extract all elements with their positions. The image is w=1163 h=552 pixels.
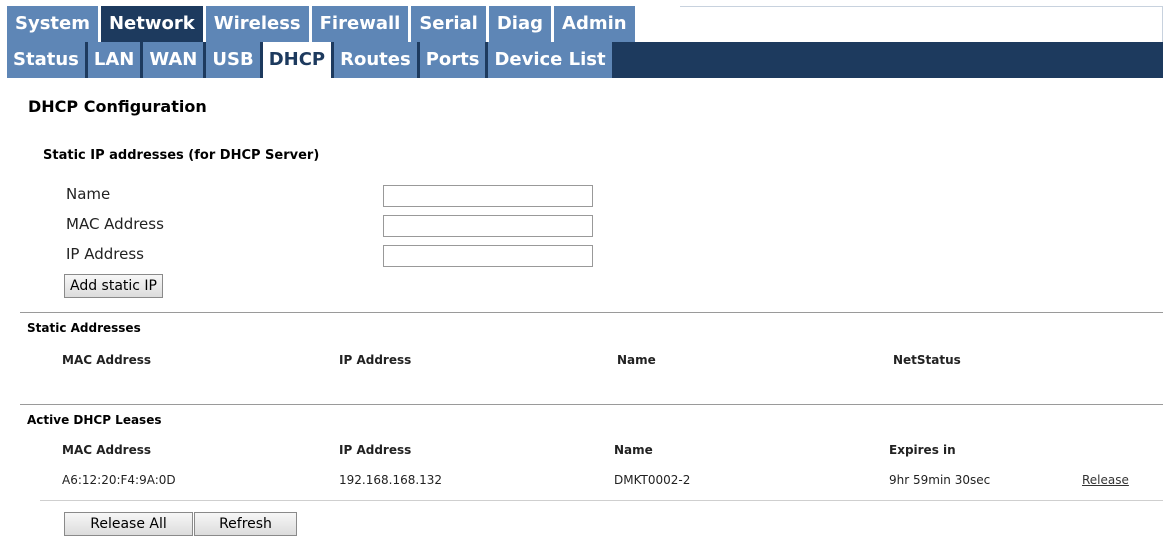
lease-expires: 9hr 59min 30sec: [889, 473, 991, 487]
lease-col-name: Name: [614, 443, 653, 457]
subtab-dhcp[interactable]: DHCP: [262, 42, 335, 78]
active-leases-title: Active DHCP Leases: [27, 413, 162, 427]
static-col-ip: IP Address: [339, 353, 412, 367]
release-link[interactable]: Release: [1082, 473, 1129, 487]
name-label: Name: [66, 185, 111, 203]
main-content: DHCP Configuration Static IP addresses (…: [0, 78, 1163, 552]
subtab-wan[interactable]: WAN: [143, 42, 207, 78]
tab-serial[interactable]: Serial: [411, 6, 489, 42]
static-col-mac: MAC Address: [62, 353, 152, 367]
subtab-routes[interactable]: Routes: [334, 42, 420, 78]
static-col-name: Name: [617, 353, 656, 367]
lease-divider: [40, 500, 1163, 501]
ip-address-label: IP Address: [66, 245, 144, 263]
lease-name: DMKT0002-2: [614, 473, 691, 487]
static-col-netstatus: NetStatus: [893, 353, 961, 367]
sub-navigation: Status LAN WAN USB DHCP Routes Ports Dev…: [7, 42, 1163, 78]
tab-admin[interactable]: Admin: [554, 6, 635, 42]
subtab-status[interactable]: Status: [7, 42, 88, 78]
top-navigation: System Network Wireless Firewall Serial …: [0, 0, 1163, 42]
lease-col-ip: IP Address: [339, 443, 412, 457]
lease-ip: 192.168.168.132: [339, 473, 443, 487]
lease-col-mac: MAC Address: [62, 443, 152, 457]
lease-mac: A6:12:20:F4:9A:0D: [62, 473, 176, 487]
tab-network[interactable]: Network: [100, 6, 206, 42]
section-divider: [20, 312, 1163, 313]
section-divider: [20, 404, 1163, 405]
static-addresses-title: Static Addresses: [27, 321, 141, 335]
add-static-ip-button[interactable]: Add static IP: [64, 274, 163, 298]
tab-diag[interactable]: Diag: [488, 6, 555, 42]
page-title: DHCP Configuration: [28, 97, 207, 116]
name-input[interactable]: [383, 185, 593, 207]
mac-address-input[interactable]: [383, 215, 593, 237]
release-all-button[interactable]: Release All: [64, 512, 193, 536]
subtab-ports[interactable]: Ports: [419, 42, 489, 78]
mac-address-label: MAC Address: [66, 215, 164, 233]
tab-system[interactable]: System: [7, 6, 101, 42]
subtab-lan[interactable]: LAN: [87, 42, 144, 78]
main-tabs: System Network Wireless Firewall Serial …: [7, 6, 635, 42]
sub-tabs: Status LAN WAN USB DHCP Routes Ports Dev…: [7, 42, 615, 78]
subtab-usb[interactable]: USB: [206, 42, 263, 78]
lease-col-expires: Expires in: [889, 443, 956, 457]
tab-firewall[interactable]: Firewall: [311, 6, 412, 42]
subtab-device-list[interactable]: Device List: [488, 42, 615, 78]
ip-address-input[interactable]: [383, 245, 593, 267]
refresh-button[interactable]: Refresh: [194, 512, 297, 536]
static-ip-section-title: Static IP addresses (for DHCP Server): [43, 148, 320, 163]
main-tabs-filler: [680, 6, 1163, 42]
tab-wireless[interactable]: Wireless: [205, 6, 312, 42]
